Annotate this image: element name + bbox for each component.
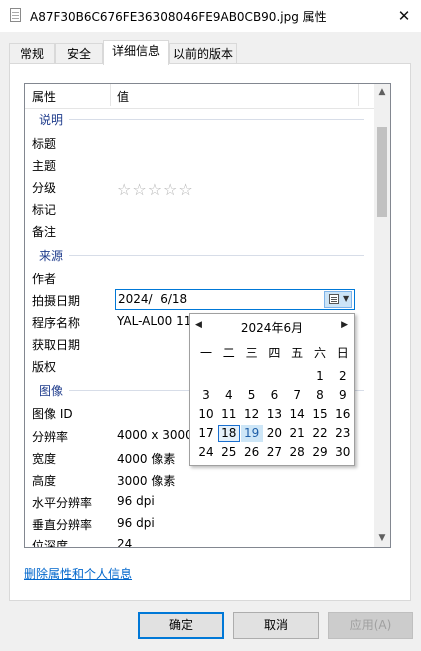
section-divider	[69, 119, 364, 120]
calendar-day[interactable]: 2	[332, 368, 354, 385]
calendar-day[interactable]: 28	[286, 444, 308, 461]
calendar-weekday-header: 六	[313, 346, 326, 360]
rating-stars[interactable]: ☆☆☆☆☆	[117, 180, 194, 199]
calendar-day[interactable]: 10	[195, 406, 217, 423]
section-description: 说明	[25, 109, 370, 127]
calendar-day[interactable]: 5	[241, 387, 263, 404]
column-header-property[interactable]: 属性	[32, 88, 56, 105]
calendar-day[interactable]: 19	[240, 425, 263, 442]
tab-previous-versions[interactable]: 以前的版本	[169, 43, 237, 63]
row-value-horizontal-resolution[interactable]: 96 dpi	[117, 494, 155, 508]
row-label-horizontal-resolution[interactable]: 水平分辨率	[32, 494, 92, 511]
calendar-day[interactable]: 25	[218, 444, 240, 461]
calendar-day[interactable]: 29	[309, 444, 331, 461]
row-value-dimensions[interactable]: 4000 x 3000	[117, 428, 193, 442]
date-taken-value[interactable]: 2024/ 6/18	[118, 292, 187, 306]
row-label-bit-depth[interactable]: 位深度	[32, 537, 68, 547]
calendar-day[interactable]: 26	[241, 444, 263, 461]
date-taken-picker[interactable]: 2024/ 6/18 ▼	[115, 289, 355, 310]
calendar-day[interactable]: 8	[309, 387, 331, 404]
row-label-tags[interactable]: 标记	[32, 201, 56, 218]
row-label-height[interactable]: 高度	[32, 472, 56, 489]
calendar-day[interactable]: 22	[309, 425, 331, 442]
chevron-down-icon: ▼	[343, 294, 350, 303]
row-label-comments[interactable]: 备注	[32, 223, 56, 240]
row-label-image-id[interactable]: 图像 ID	[32, 405, 73, 422]
section-title: 来源	[39, 249, 64, 263]
scrollbar-thumb[interactable]	[377, 127, 387, 217]
tab-security[interactable]: 安全	[55, 43, 103, 63]
calendar-day[interactable]: 17	[195, 425, 217, 442]
row-label-vertical-resolution[interactable]: 垂直分辨率	[32, 516, 92, 533]
tab-details[interactable]: 详细信息	[103, 40, 169, 65]
row-value-program-name[interactable]: YAL-AL00 11	[117, 314, 191, 328]
column-divider[interactable]	[358, 84, 359, 106]
calendar-popup: ◀ 2024年6月 ▶ 一二三四五六日 1 2 3 4 5 6 7 8 9 10 11 12 13 14 15…	[189, 313, 355, 466]
calendar-day[interactable]: 23	[332, 425, 354, 442]
row-label-program-name[interactable]: 程序名称	[32, 314, 80, 331]
calendar-day[interactable]: 6	[263, 387, 285, 404]
calendar-day[interactable]: 20	[263, 425, 285, 442]
section-title: 图像	[39, 384, 64, 398]
calendar-day[interactable]: 15	[309, 406, 331, 423]
calendar-day[interactable]: 13	[263, 406, 285, 423]
calendar-day[interactable]: 11	[218, 406, 240, 423]
calendar-day[interactable]: 9	[332, 387, 354, 404]
row-label-copyright[interactable]: 版权	[32, 358, 56, 375]
calendar-weekday-header: 日	[336, 346, 349, 360]
row-label-title[interactable]: 标题	[32, 135, 56, 152]
column-header: 属性 值	[25, 84, 375, 109]
row-label-date-taken[interactable]: 拍摄日期	[32, 292, 80, 309]
calendar-weekday-header: 一	[199, 346, 212, 360]
column-header-value[interactable]: 值	[117, 88, 129, 105]
apply-button[interactable]: 应用(A)	[328, 612, 413, 639]
row-label-dimensions[interactable]: 分辨率	[32, 428, 68, 445]
scroll-up-icon[interactable]: ▲	[374, 84, 390, 101]
calendar-dropdown-button[interactable]: ▼	[324, 291, 352, 308]
previous-month-icon[interactable]: ◀	[195, 320, 202, 330]
window-title: A87F30B6C676FE36308046FE9AB0CB90.jpg 属性	[30, 10, 327, 24]
remove-properties-link[interactable]: 删除属性和个人信息	[24, 565, 132, 582]
calendar-weekday-header: 二	[222, 346, 235, 360]
calendar-day[interactable]: 7	[286, 387, 308, 404]
row-label-width[interactable]: 宽度	[32, 450, 56, 467]
row-value-vertical-resolution[interactable]: 96 dpi	[117, 516, 155, 530]
calendar-day[interactable]: 30	[332, 444, 354, 461]
calendar-day[interactable]: 16	[332, 406, 354, 423]
row-label-author[interactable]: 作者	[32, 270, 56, 287]
cancel-button[interactable]: 取消	[233, 612, 319, 639]
next-month-icon[interactable]: ▶	[341, 320, 348, 330]
section-origin: 来源	[25, 245, 370, 263]
row-value-bit-depth[interactable]: 24	[117, 537, 132, 547]
calendar-day[interactable]: 24	[195, 444, 217, 461]
calendar-day[interactable]: 18	[217, 425, 240, 442]
ok-button[interactable]: 确定	[138, 612, 224, 639]
calendar-day[interactable]: 3	[195, 387, 217, 404]
calendar-day[interactable]: 21	[286, 425, 308, 442]
calendar-weekday-header: 五	[291, 346, 304, 360]
vertical-scrollbar[interactable]: ▲ ▼	[374, 84, 390, 547]
title-bar: A87F30B6C676FE36308046FE9AB0CB90.jpg 属性 …	[0, 0, 421, 32]
section-divider	[69, 255, 364, 256]
tab-general[interactable]: 常规	[9, 43, 55, 63]
calendar-day[interactable]: 12	[241, 406, 263, 423]
row-label-subject[interactable]: 主题	[32, 157, 56, 174]
row-value-width[interactable]: 4000 像素	[117, 450, 175, 467]
calendar-day[interactable]: 27	[263, 444, 285, 461]
calendar-day[interactable]: 1	[309, 368, 331, 385]
column-divider[interactable]	[110, 84, 111, 106]
calendar-month-title[interactable]: 2024年6月	[210, 319, 334, 336]
close-button[interactable]: ✕	[394, 6, 414, 26]
image-file-icon	[10, 8, 21, 22]
calendar-day[interactable]: 14	[286, 406, 308, 423]
row-label-date-acquired[interactable]: 获取日期	[32, 336, 80, 353]
calendar-day[interactable]: 4	[218, 387, 240, 404]
row-label-rating[interactable]: 分级	[32, 179, 56, 196]
calendar-icon	[329, 294, 339, 304]
section-title: 说明	[39, 113, 64, 127]
row-value-height[interactable]: 3000 像素	[117, 472, 175, 489]
scroll-down-icon[interactable]: ▼	[374, 530, 390, 547]
calendar-weekday-header: 三	[245, 346, 258, 360]
calendar-weekday-header: 四	[268, 346, 281, 360]
